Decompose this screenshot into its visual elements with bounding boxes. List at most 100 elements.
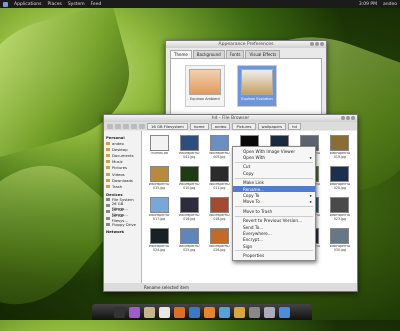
user-menu[interactable]: andeo — [383, 2, 397, 7]
menu-item-label: Open With Image Viewer — [243, 148, 296, 154]
maximize-icon[interactable] — [346, 116, 350, 120]
menu-item[interactable]: Move to Trash — [233, 208, 315, 214]
menu-item[interactable]: Sign — [233, 243, 315, 249]
file-item[interactable]: WallPaperHD 015.jpg — [144, 164, 174, 195]
menu-item[interactable]: Properties — [233, 252, 315, 258]
menu-item[interactable]: Move To ▸ — [233, 199, 315, 205]
file-item[interactable]: WallPaperHD 023.jpg — [325, 195, 355, 226]
prefs-titlebar[interactable]: Appearance Preferences — [166, 41, 326, 48]
image-thumbnail — [179, 166, 199, 182]
settings-icon[interactable] — [264, 306, 275, 318]
file-name: WallPaperHD 030.jpg — [329, 245, 351, 252]
file-name: WallPaperHD 015.jpg — [148, 183, 170, 190]
sidebar-item[interactable]: Trash — [106, 183, 139, 189]
tab-theme[interactable]: Theme — [170, 50, 192, 58]
file-name: WallPaperHD 018.jpg — [209, 214, 230, 221]
applications-menu-icon[interactable] — [3, 1, 8, 7]
menu-separator — [235, 177, 313, 179]
file-manager-icon[interactable] — [234, 306, 245, 318]
file-name: WallPaperHD 010.jpg — [178, 183, 200, 190]
menu-separator — [235, 215, 313, 217]
theme-label: Equinox Ambient — [190, 97, 220, 101]
image-thumbnail — [209, 166, 229, 182]
prefs-tabs: Theme Background Fonts Visual Effects — [166, 48, 326, 58]
firefox-icon[interactable] — [174, 306, 185, 318]
file-item[interactable]: WallPaperHD 011.jpg — [204, 164, 234, 195]
sidebar-header-network[interactable]: Network — [106, 229, 139, 234]
breadcrumb-wallpapers[interactable]: wallpapers — [257, 122, 287, 130]
menu-item[interactable]: Open With ▸ — [233, 154, 315, 160]
clock[interactable]: 3:09 PM — [359, 2, 377, 7]
theme-item[interactable]: Equinox Ambient — [185, 65, 225, 107]
fb-titlebar[interactable]: hd - File Browser — [104, 115, 357, 122]
image-thumbnail — [149, 197, 169, 213]
media-player-icon[interactable] — [189, 306, 200, 318]
image-thumbnail — [330, 166, 350, 182]
menu-applications[interactable]: Applications — [14, 2, 42, 7]
image-thumbnail — [330, 197, 350, 213]
file-name: WallPaperHD 020.jpg — [329, 183, 351, 190]
menu-item[interactable]: Copy — [233, 170, 315, 176]
pidgin-icon[interactable] — [129, 306, 140, 318]
vlc-icon[interactable] — [204, 306, 215, 318]
file-item[interactable]: WallPaperHD 017.jpg — [144, 195, 174, 226]
up-icon[interactable] — [123, 123, 129, 129]
file-name: WallPaperHD 005.jpg — [209, 152, 230, 159]
minimize-icon[interactable] — [310, 42, 314, 46]
file-item[interactable]: WallPaperHD 005.jpg — [204, 133, 234, 164]
close-icon[interactable] — [351, 116, 355, 120]
file-item[interactable]: WallPaperHD 026.jpg — [204, 226, 234, 257]
folder-icon — [106, 153, 110, 157]
menu-item-label: Cut — [243, 164, 251, 170]
breadcrumb-filesystem[interactable]: 16 GB Filesystem — [147, 122, 188, 130]
sidebar-item-label: Music — [112, 159, 123, 165]
home-icon[interactable] — [139, 123, 145, 129]
chrome-icon[interactable] — [279, 306, 290, 318]
file-item[interactable]: WallPaperHD 016.jpg — [174, 195, 204, 226]
gimp-icon[interactable] — [144, 306, 155, 318]
menu-item-label: Open With — [243, 155, 266, 161]
breadcrumb-home[interactable]: home — [189, 122, 209, 130]
dock — [92, 304, 312, 320]
tab-fonts[interactable]: Fonts — [225, 50, 245, 58]
image-thumbnail — [209, 228, 229, 244]
sidebar-item[interactable]: 26 GB Filesys... — [106, 213, 139, 223]
file-item[interactable]: WallPaperHD 025.jpg — [174, 226, 204, 257]
file-name: WallPaperHD 025.jpg — [178, 245, 200, 252]
file-item[interactable]: WallPaperHD 019.jpg — [325, 133, 355, 164]
file-item[interactable]: WallPaperHD 024.jpg — [144, 226, 174, 257]
menu-feed[interactable]: Feed — [91, 2, 102, 7]
file-item[interactable]: Thumbs.db — [144, 133, 174, 164]
tab-background[interactable]: Background — [192, 50, 225, 58]
trash-icon[interactable] — [249, 306, 260, 318]
breadcrumb-hd[interactable]: hd — [288, 122, 301, 130]
document-icon — [149, 135, 169, 151]
forward-icon[interactable] — [115, 123, 121, 129]
inkscape-icon[interactable] — [159, 306, 170, 318]
file-name: WallPaperHD 023.jpg — [329, 214, 351, 221]
theme-preview — [189, 69, 221, 95]
terminal-icon[interactable] — [114, 306, 125, 318]
file-item[interactable]: WallPaperHD 010.jpg — [174, 164, 204, 195]
sidebar-item-label: Floppy Drive — [112, 221, 136, 227]
minimize-icon[interactable] — [341, 116, 345, 120]
menu-places[interactable]: Places — [48, 2, 62, 7]
menu-item-label: Revert to Previous Version... — [243, 218, 303, 224]
breadcrumb-pictures[interactable]: Pictures — [232, 122, 256, 130]
music-player-icon[interactable] — [219, 306, 230, 318]
file-item[interactable]: WallPaperHD 041.jpg — [174, 133, 204, 164]
tab-visual-effects[interactable]: Visual Effects — [245, 50, 281, 58]
back-icon[interactable] — [107, 123, 113, 129]
folder-icon — [106, 160, 110, 164]
close-icon[interactable] — [320, 42, 324, 46]
folder-icon — [106, 141, 110, 145]
file-item[interactable]: WallPaperHD 030.jpg — [325, 226, 355, 257]
theme-item-selected[interactable]: Equinox Evolution — [237, 65, 277, 107]
fb-content: Personal andeo Desktop Documents Music Pictu… — [104, 131, 357, 283]
file-item[interactable]: WallPaperHD 020.jpg — [325, 164, 355, 195]
reload-icon[interactable] — [131, 123, 137, 129]
maximize-icon[interactable] — [315, 42, 319, 46]
menu-system[interactable]: System — [68, 2, 85, 7]
breadcrumb-andeo[interactable]: andeo — [210, 122, 231, 130]
file-item[interactable]: WallPaperHD 018.jpg — [204, 195, 234, 226]
